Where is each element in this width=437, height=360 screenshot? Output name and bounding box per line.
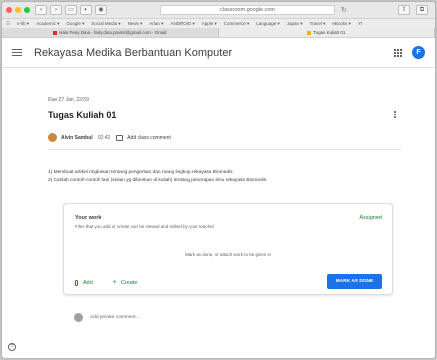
add-button[interactable]: Add [83,280,93,286]
maximize-window-icon[interactable] [24,7,30,13]
your-work-label: Your work [75,215,102,221]
google-apps-icon[interactable] [394,48,402,57]
attach-icon [75,279,78,286]
private-comment-row: Add private comment... [74,313,139,322]
window-controls [6,7,30,13]
bookmark-item[interactable]: eBooks ▾ [332,21,351,27]
divider [48,149,401,150]
sidebar-icon[interactable]: ▭ [65,5,77,15]
bookmark-item[interactable]: Academic ▾ [36,21,59,27]
post-time: 02:42 [97,134,111,141]
bookmarks-bar: ☷ e-lib ▾ Academic ▾ Google ▾ Social Med… [2,19,435,28]
more-options-icon[interactable] [394,111,396,119]
bookmark-item[interactable]: e-lib ▾ [17,21,29,27]
description-line: 1) Membuat artikel ringkasan tentang pen… [48,170,234,175]
bookmark-item[interactable]: Arlan ▾ [149,21,163,27]
minimize-window-icon[interactable] [15,7,21,13]
bookmark-item[interactable]: Apple ▾ [202,21,217,27]
create-button[interactable]: Create [121,280,138,286]
your-work-subtitle: Files that you add or create can be view… [75,224,215,229]
tab-title: Tugas Kuliah 01 [313,30,346,35]
description-line: 2) Carilah contoh-contoh lain (selain yg… [48,178,268,183]
work-actions: Add + Create [75,279,137,286]
menu-icon[interactable] [12,47,22,59]
author-avatar [48,133,57,142]
status-badge: Assigned [359,215,382,221]
due-date: Due 27 Jan, 23:59 [48,97,89,103]
your-work-hint: Mark as done, or attach work to be given… [184,252,272,257]
plus-icon: + [112,279,117,286]
help-icon[interactable]: ? [8,343,16,351]
share-icon[interactable]: ⇧ [398,5,410,15]
reload-icon[interactable]: ↻ [341,6,347,14]
classroom-favicon-icon [307,30,312,35]
bookmarks-grid-icon[interactable]: ☷ [6,21,10,27]
bookmark-item[interactable]: ANDROID ▾ [170,21,194,27]
author-row: Alvin Sambul 02:42 Add class comment [48,133,171,142]
private-comment-input[interactable]: Add private comment... [90,315,139,320]
account-avatar[interactable]: F [412,46,425,59]
assignment-title: Tugas Kuliah 01 [48,110,117,120]
tab-gmail[interactable]: Halo Feny Dina - farly.dina.pramit@gmail… [2,28,219,37]
class-title[interactable]: Rekayasa Medika Berbantuan Komputer [34,47,232,59]
bookmark-item[interactable]: Travel ▾ [310,21,326,27]
bookmark-item[interactable]: Japan ▾ [287,21,303,27]
address-bar[interactable]: classroom.google.com [160,5,335,15]
your-work-card: Your work Assigned Files that you add or… [63,203,393,295]
back-icon[interactable]: ‹ [35,5,47,15]
tab-strip: Halo Feny Dina - farly.dina.pramit@gmail… [2,28,435,38]
bookmark-item[interactable]: Commerce ▾ [224,21,250,27]
bookmark-item[interactable]: Social Media ▾ [91,21,120,27]
tab-classroom[interactable]: Tugas Kuliah 01 [218,28,435,37]
assignment-description: 1) Membuat artikel ringkasan tentang pen… [48,169,267,185]
bookmark-item[interactable]: Language ▾ [256,21,280,27]
user-avatar [74,313,83,322]
classroom-header: Rekayasa Medika Berbantuan Komputer F [2,38,435,68]
bookmark-item[interactable]: Y! [358,21,362,26]
mark-as-done-button[interactable]: MARK AS DONE [327,274,382,289]
browser-toolbar: ‹ › ▭ ◐ ◉ classroom.google.com ↻ ⇧ ⧉ [2,2,435,19]
tabs-overview-icon[interactable]: ⧉ [416,5,428,15]
forward-icon[interactable]: › [50,5,62,15]
tab-title: Halo Feny Dina - farly.dina.pramit@gmail… [58,30,167,35]
shield-icon[interactable]: ◉ [95,5,107,15]
bookmark-item[interactable]: News ▾ [128,21,143,27]
close-window-icon[interactable] [6,7,12,13]
bookmark-item[interactable]: Google ▾ [66,21,84,27]
comment-icon[interactable] [116,134,124,141]
gmail-favicon-icon [52,30,57,35]
author-name: Alvin Sambul [61,134,93,141]
extension-icon[interactable]: ◐ [80,5,92,15]
add-class-comment-link[interactable]: Add class comment [127,135,171,141]
